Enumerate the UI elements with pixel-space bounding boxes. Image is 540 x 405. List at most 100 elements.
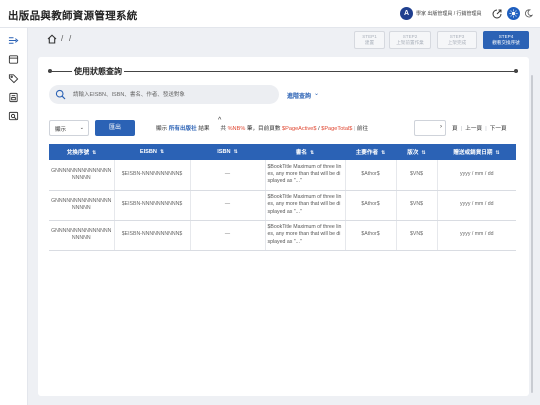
user-role-label[interactable]: 學家 出版管理員 / 行銷管理員 xyxy=(416,10,482,17)
search-file-icon[interactable] xyxy=(7,110,20,123)
step-label: 上架完成 xyxy=(447,39,467,45)
pagination-controls: 頁 | 上一頁 | 下一頁 xyxy=(452,124,507,132)
sort-icon[interactable]: ⇅ xyxy=(160,149,164,155)
display-count-select[interactable]: 顯示 ⌄ xyxy=(49,120,89,136)
table-cell: GNNNNNNNNNNNNNNNNNNNN xyxy=(49,160,115,191)
sun-icon[interactable] xyxy=(507,7,520,20)
filter-prefix: 顯示 xyxy=(156,126,168,132)
book-icon[interactable] xyxy=(7,53,20,66)
report-icon[interactable] xyxy=(7,91,20,104)
usage-table: 兌換序號 ⇅ EISBN ⇅ ISBN ⇅ 書名 ⇅ 主要作者 ⇅ 版次 ⇅ 贈送或銷貨日期… xyxy=(49,144,516,251)
home-icon[interactable] xyxy=(47,34,57,44)
page-number-input[interactable]: › xyxy=(414,120,446,136)
table-row[interactable]: GNNNNNNNNNNNNNNNNNNNN $EISBN-NNNNNNNNNN$… xyxy=(49,160,516,191)
breadcrumb-separator: / xyxy=(69,34,72,43)
column-header[interactable]: 贈送或銷貨日期 ⇅ xyxy=(437,144,516,160)
table-cell: GNNNNNNNNNNNNNNNNNNNN xyxy=(49,220,115,251)
page-active: $PageActive$ xyxy=(282,126,317,132)
table-header-row: 兌換序號 ⇅ EISBN ⇅ ISBN ⇅ 書名 ⇅ 主要作者 ⇅ 版次 ⇅ 贈送或銷貨日期… xyxy=(49,144,516,160)
table-cell: yyyy / mm / dd xyxy=(437,160,516,191)
section-header: 使用狀態查詢 xyxy=(48,66,518,77)
table-cell: $EISBN-NNNNNNNNNN$ xyxy=(114,160,191,191)
search-input[interactable] xyxy=(73,88,273,101)
chevron-right-icon: › xyxy=(440,124,442,130)
breadcrumb-separator: / xyxy=(61,34,64,43)
table-cell: GNNNNNNNNNNNNNNNNNNNN xyxy=(49,190,115,221)
column-header[interactable]: EISBN ⇅ xyxy=(114,144,190,160)
top-header: 出版品與教師資源管理系統 A 學家 出版管理員 / 行銷管理員 xyxy=(0,0,540,28)
sort-icon[interactable]: ⇅ xyxy=(92,150,96,156)
column-header[interactable]: 兌換序號 ⇅ xyxy=(49,144,114,160)
step-3-button[interactable]: STEP3 上架完成 xyxy=(437,31,477,49)
step-label: 建置 xyxy=(364,39,375,45)
table-row[interactable]: GNNNNNNNNNNNNNNNNNNNN $EISBN-NNNNNNNNNN$… xyxy=(49,190,516,221)
column-label: ISBN xyxy=(217,149,231,155)
step-1-button[interactable]: STEP1 建置 xyxy=(354,31,385,49)
table-cell: $BookTitle Maximum of three lines, any m… xyxy=(265,160,346,191)
search-bar[interactable] xyxy=(49,85,279,104)
column-label: 書名 xyxy=(295,150,307,156)
section-title: 使用狀態查詢 xyxy=(72,66,124,77)
page-unit: 頁 xyxy=(452,126,458,132)
export-button[interactable]: 匯出 xyxy=(95,120,135,136)
sort-icon[interactable]: ⇅ xyxy=(310,150,314,156)
chevron-down-icon[interactable]: ⌄ xyxy=(314,90,319,97)
step-label: 觀看交換序號 xyxy=(492,39,520,45)
table-cell: $VN$ xyxy=(396,220,438,251)
goto-label: 前往 xyxy=(356,126,369,132)
step-4-button[interactable]: STEP4 觀看交換序號 xyxy=(483,31,529,49)
display-select-label: 顯示 xyxy=(55,127,67,133)
advanced-search-link[interactable]: 進階查詢 xyxy=(287,91,311,100)
divider: | xyxy=(483,126,489,132)
avatar[interactable]: A xyxy=(400,7,413,20)
column-label: 兌換序號 xyxy=(66,150,90,156)
divider: | xyxy=(353,126,356,132)
filter-result: 結果 xyxy=(198,126,210,132)
table-cell: $BookTitle Maximum of three lines, any m… xyxy=(265,190,346,221)
moon-icon[interactable] xyxy=(522,7,535,20)
column-label: EISBN xyxy=(139,149,157,155)
table-cell: yyyy / mm / dd xyxy=(437,190,516,221)
result-summary: 顯示 所有出版社 結果 共 %NB% 筆，目前頁數 $PageActive$ /… xyxy=(156,124,368,132)
total-count: %NB% xyxy=(227,126,246,132)
table-row[interactable]: GNNNNNNNNNNNNNNNNNNNN $EISBN-NNNNNNNNNN$… xyxy=(49,220,516,251)
table-cell: — xyxy=(190,220,266,251)
column-header[interactable]: 版次 ⇅ xyxy=(396,144,437,160)
column-label: 贈送或銷貨日期 xyxy=(453,150,493,156)
tag-icon[interactable] xyxy=(7,72,20,85)
page-slash: / xyxy=(318,126,320,132)
step-label: 上架前置作業 xyxy=(396,39,424,45)
divider-dot xyxy=(514,69,518,73)
sort-icon[interactable]: ⇅ xyxy=(234,149,238,155)
search-icon[interactable] xyxy=(55,89,66,100)
step-2-button[interactable]: STEP2 上架前置作業 xyxy=(389,31,431,49)
page-scrollbar[interactable] xyxy=(531,75,533,393)
table-cell: — xyxy=(190,160,266,191)
collapse-menu-icon[interactable] xyxy=(7,34,20,47)
filter-scope: 所有出版社 xyxy=(168,126,197,132)
table-cell: $BookTitle Maximum of three lines, any m… xyxy=(265,220,346,251)
column-header[interactable]: 書名 ⇅ xyxy=(265,144,345,160)
total-prefix: 共 xyxy=(220,126,227,132)
sidebar xyxy=(0,28,28,405)
table-cell: $Athor$ xyxy=(345,160,397,191)
table-cell: $VN$ xyxy=(396,160,438,191)
main-card: 使用狀態查詢 進階查詢 ⌄ 顯示 ⌄ 匯出 ^ 顯示 所有出版社 結果 共 %N… xyxy=(38,57,529,396)
logout-icon[interactable] xyxy=(490,7,503,20)
caret-up-icon[interactable]: ^ xyxy=(218,117,221,124)
chevron-down-icon: ⌄ xyxy=(79,125,84,131)
column-label: 版次 xyxy=(407,150,419,156)
next-page-button[interactable]: 下一頁 xyxy=(490,126,507,132)
table-cell: $VN$ xyxy=(396,190,438,221)
table-cell: $EISBN-NNNNNNNNNN$ xyxy=(114,220,191,251)
sort-icon[interactable]: ⇅ xyxy=(495,150,499,156)
table-cell: $Athor$ xyxy=(345,220,397,251)
table-cell: — xyxy=(190,190,266,221)
app-title: 出版品與教師資源管理系統 xyxy=(8,10,138,22)
prev-page-button[interactable]: 上一頁 xyxy=(465,126,482,132)
sort-icon[interactable]: ⇅ xyxy=(381,150,385,156)
column-header[interactable]: 主要作者 ⇅ xyxy=(345,144,396,160)
divider: | xyxy=(459,126,464,132)
sort-icon[interactable]: ⇅ xyxy=(422,150,426,156)
column-header[interactable]: ISBN ⇅ xyxy=(190,144,265,160)
